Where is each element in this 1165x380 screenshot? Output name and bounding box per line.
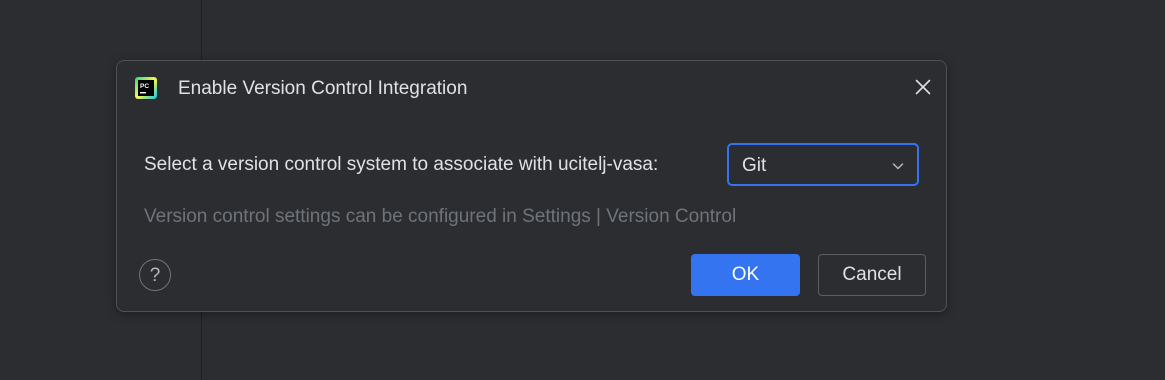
ok-button[interactable]: OK [691,254,800,296]
chevron-down-icon [891,159,905,173]
close-button[interactable] [911,77,935,101]
svg-text:PC: PC [140,83,149,90]
enable-vcs-dialog: PC Enable Version Control Integration Se… [116,60,947,312]
vcs-select-value: Git [742,155,767,176]
cancel-button[interactable]: Cancel [818,254,926,296]
dialog-title: Enable Version Control Integration [178,78,468,99]
cancel-button-label: Cancel [842,264,902,285]
help-button[interactable]: ? [139,259,171,291]
dialog-title-bar: PC Enable Version Control Integration [117,61,946,117]
pycharm-icon: PC [135,77,157,99]
help-icon: ? [149,264,161,286]
settings-hint: Version control settings can be configur… [144,206,737,227]
ok-button-label: OK [731,264,760,285]
vcs-prompt-label: Select a version control system to assoc… [144,154,659,175]
vcs-select[interactable]: Git [727,143,919,186]
close-icon [915,79,931,100]
